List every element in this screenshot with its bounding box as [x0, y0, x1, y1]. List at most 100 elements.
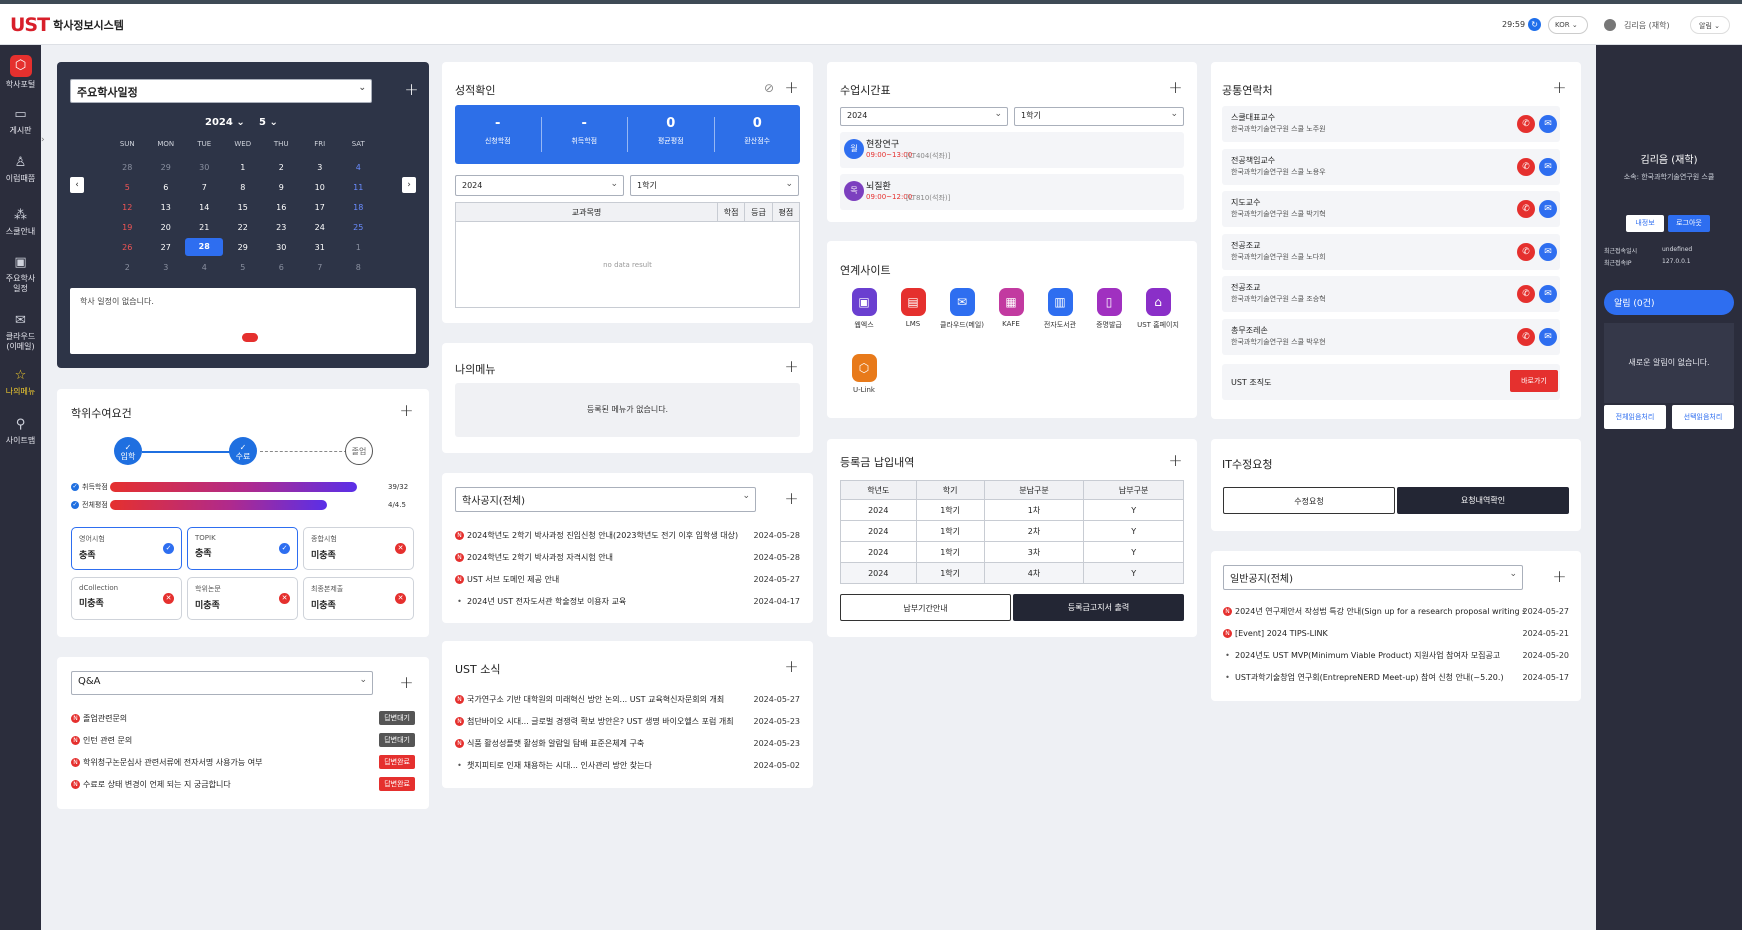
link-5[interactable]: ▥ 전자도서관: [1036, 288, 1084, 330]
grades-more-button[interactable]: +: [784, 80, 799, 97]
calendar-day[interactable]: 25: [339, 223, 378, 232]
notice-item[interactable]: • UST과학기술창업 연구회(EntrepreNERD Meet-up) 참여 …: [1223, 666, 1569, 688]
sidebar-item-school[interactable]: ⁂ 스쿨안내: [0, 208, 41, 237]
timetable-item[interactable]: 목 뇌질환 09:00~12:00 [LT810(석좌)]: [840, 174, 1184, 210]
mark-selected-read-button[interactable]: 선택읽음처리: [1672, 405, 1734, 429]
mail-icon[interactable]: ✉: [1539, 285, 1557, 303]
notice-item[interactable]: • 2024년도 UST MVP(Minimum Viable Product) …: [1223, 644, 1569, 666]
requirement-item[interactable]: 최종본제출 미충족 ✕: [303, 577, 414, 620]
notice-item[interactable]: N 2024학년도 2학기 박사과정 진입신청 안내(2023학년도 전기 이후 …: [455, 524, 800, 546]
calendar-day[interactable]: 8: [224, 183, 263, 192]
calendar-day[interactable]: 10: [301, 183, 340, 192]
mail-icon[interactable]: ✉: [1539, 200, 1557, 218]
requirement-item[interactable]: dCollection 미충족 ✕: [71, 577, 182, 620]
timetable-term-select[interactable]: 1학기 ⌄: [1014, 107, 1184, 126]
link-4[interactable]: ▦ KAFE: [987, 288, 1035, 328]
calendar-day[interactable]: 22: [224, 223, 263, 232]
it-request-button[interactable]: 수정요청: [1223, 487, 1395, 514]
mark-all-read-button[interactable]: 전체읽음처리: [1604, 405, 1666, 429]
timetable-year-select[interactable]: 2024 ⌄: [840, 107, 1008, 126]
calendar-day[interactable]: 26: [108, 243, 147, 252]
link-3[interactable]: ✉ 클라우드(메일): [938, 288, 986, 330]
calendar-day[interactable]: 4: [185, 263, 224, 272]
calendar-day[interactable]: 31: [301, 243, 340, 252]
notice-more-button[interactable]: +: [784, 491, 799, 508]
news-more-button[interactable]: +: [784, 659, 799, 676]
pager-dot[interactable]: [242, 333, 258, 342]
link-1[interactable]: ▣ 웹엑스: [840, 288, 888, 330]
qna-more-button[interactable]: +: [399, 675, 414, 692]
calendar-day[interactable]: 7: [301, 263, 340, 272]
print-bill-button[interactable]: 등록금고지서 출력: [1013, 594, 1184, 621]
general-notice-more-button[interactable]: +: [1552, 569, 1567, 586]
calendar-day[interactable]: 30: [185, 163, 224, 172]
qna-item[interactable]: N 수료로 상태 변경이 언제 되는 지 궁금합니다 답변완료: [71, 773, 415, 795]
it-history-button[interactable]: 요청내역확인: [1397, 487, 1569, 514]
calendar-day[interactable]: 5: [224, 263, 263, 272]
degree-more-button[interactable]: +: [399, 403, 414, 420]
general-notice-select[interactable]: 일반공지(전체) ⌄: [1223, 565, 1523, 590]
calendar-day[interactable]: 12: [108, 203, 147, 212]
month-select[interactable]: 5 ⌄: [259, 117, 278, 128]
link-7[interactable]: ⌂ UST 홈페이지: [1134, 288, 1182, 330]
calendar-day[interactable]: 2: [108, 263, 147, 272]
link-8[interactable]: ⬡ U-Link: [840, 354, 888, 394]
requirement-item[interactable]: 종합시험 미충족 ✕: [303, 527, 414, 570]
calendar-day[interactable]: 6: [147, 183, 186, 192]
calendar-day[interactable]: 5: [108, 183, 147, 192]
calendar-day[interactable]: 16: [262, 203, 301, 212]
calendar-day[interactable]: 28: [108, 163, 147, 172]
phone-icon[interactable]: ✆: [1517, 200, 1535, 218]
notice-item[interactable]: • 챗지피티로 인재 채용하는 시대... 인사관리 방안 찾는다 2024-05-…: [455, 754, 800, 776]
sidebar-item-favorites[interactable]: ☆ 나의메뉴: [0, 368, 41, 397]
timetable-more-button[interactable]: +: [1168, 80, 1183, 97]
next-month-button[interactable]: ›: [402, 177, 416, 193]
calendar-day[interactable]: 13: [147, 203, 186, 212]
notice-item[interactable]: N UST 서브 도메인 제공 안내 2024-05-27: [455, 568, 800, 590]
my-info-button[interactable]: 내정보: [1626, 215, 1664, 232]
qna-select[interactable]: Q&A ⌄: [71, 671, 373, 695]
calendar-day[interactable]: 28: [185, 238, 224, 256]
payment-period-button[interactable]: 납부기간안내: [840, 594, 1011, 621]
calendar-day[interactable]: 18: [339, 203, 378, 212]
notice-item[interactable]: N [Event] 2024 TIPS-LINK 2024-05-21: [1223, 622, 1569, 644]
calendar-day[interactable]: 7: [185, 183, 224, 192]
calendar-day[interactable]: 20: [147, 223, 186, 232]
calendar-day[interactable]: 9: [262, 183, 301, 192]
mail-icon[interactable]: ✉: [1539, 327, 1557, 346]
notice-item[interactable]: N 식품 활성성플랫 활성화 알람일 탐배 표준은체계 구축 2024-05-23: [455, 732, 800, 754]
sidebar-item-sitemap[interactable]: ⚲ 사이트맵: [0, 417, 41, 446]
alarm-toggle[interactable]: 알림 (0건): [1604, 290, 1734, 315]
calendar-day[interactable]: 1: [339, 243, 378, 252]
tuition-more-button[interactable]: +: [1168, 453, 1183, 470]
calendar-day[interactable]: 4: [339, 163, 378, 172]
notice-item[interactable]: N 2024년 연구제안서 작성법 특강 안내(Sign up for a res…: [1223, 600, 1569, 622]
phone-icon[interactable]: ✆: [1517, 157, 1535, 176]
sidebar-item-portal[interactable]: ⬡ 학사포털: [0, 55, 41, 90]
language-select[interactable]: KOR ⌄: [1548, 16, 1588, 34]
notice-select[interactable]: 학사공지(전체) ⌄: [455, 487, 756, 512]
calendar-more-button[interactable]: +: [404, 82, 419, 99]
calendar-day[interactable]: 29: [224, 243, 263, 252]
mail-icon[interactable]: ✉: [1539, 115, 1557, 133]
notice-item[interactable]: N 2024학년도 2학기 박사과정 자격시험 안내 2024-05-28: [455, 546, 800, 568]
notice-item[interactable]: N 국가연구소 기반 대학원의 미래혁신 방안 논의... UST 교육혁신자문회…: [455, 688, 800, 710]
sidebar-collapse-icon[interactable]: ›: [41, 135, 48, 153]
calendar-day[interactable]: 14: [185, 203, 224, 212]
timetable-item[interactable]: 월 현장연구 09:00~13:00 [LT404(석좌)]: [840, 132, 1184, 168]
phone-icon[interactable]: ✆: [1517, 327, 1535, 346]
alarm-button[interactable]: 알림 ⌄: [1690, 16, 1730, 34]
calendar-day[interactable]: 3: [147, 263, 186, 272]
logo[interactable]: UST 학사정보시스템: [10, 14, 124, 36]
refresh-icon[interactable]: ↻: [1528, 18, 1542, 31]
grade-term-select[interactable]: 1학기 ⌄: [630, 175, 799, 196]
calendar-day[interactable]: 2: [262, 163, 301, 172]
user-menu[interactable]: 김리음 (재학): [1604, 16, 1686, 34]
calendar-day[interactable]: 30: [262, 243, 301, 252]
calendar-day[interactable]: 6: [262, 263, 301, 272]
calendar-day[interactable]: 21: [185, 223, 224, 232]
hide-icon[interactable]: ⊘: [764, 81, 774, 95]
grade-year-select[interactable]: 2024 ⌄: [455, 175, 624, 196]
calendar-day[interactable]: 8: [339, 263, 378, 272]
notice-item[interactable]: • 2024년 UST 전자도서관 학술정보 이용자 교육 2024-04-17: [455, 590, 800, 612]
